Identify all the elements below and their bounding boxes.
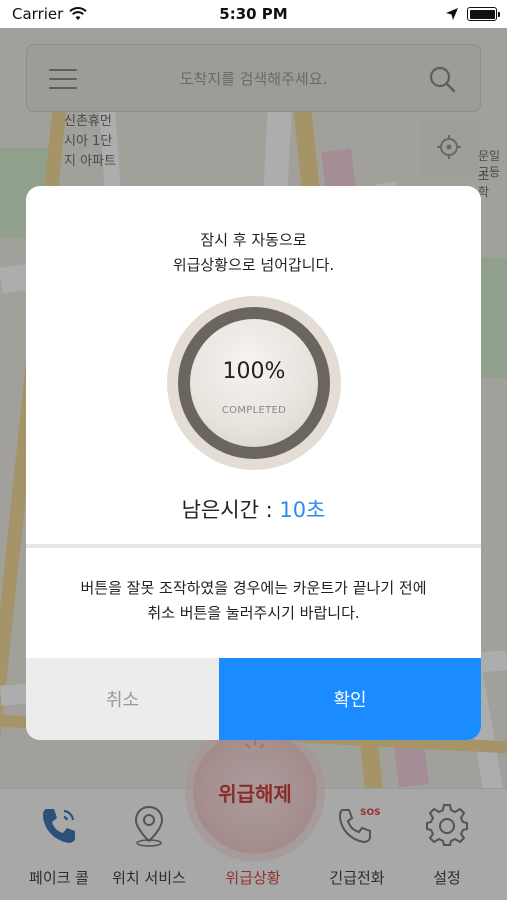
emergency-countdown-dialog: 잠시 후 자동으로 위급상황으로 넘어갑니다. 100% COMPLETED 남… [26, 186, 481, 740]
status-bar: Carrier 5:30 PM [0, 0, 507, 28]
dialog-message: 잠시 후 자동으로 위급상황으로 넘어갑니다. [26, 228, 481, 278]
dialog-notice-line: 버튼을 잘못 조작하였을 경우에는 카운트가 끝나기 전에 [80, 579, 427, 597]
progress-ring: 100% COMPLETED [178, 307, 330, 459]
remaining-time-label: 남은시간 : [181, 498, 280, 522]
confirm-button[interactable]: 확인 [219, 658, 481, 740]
progress-percent: 100% [222, 359, 286, 384]
cancel-button[interactable]: 취소 [26, 658, 219, 740]
remaining-time-value: 10초 [279, 498, 326, 522]
dialog-notice-line: 취소 버튼을 눌러주시기 바랍니다. [147, 604, 360, 622]
battery-icon [467, 7, 500, 21]
status-left: Carrier [12, 5, 88, 23]
dialog-message-line: 위급상황으로 넘어갑니다. [172, 256, 335, 274]
status-right [445, 7, 500, 21]
location-arrow-icon [446, 8, 458, 20]
carrier-label: Carrier [12, 5, 64, 23]
dialog-notice: 버튼을 잘못 조작하였을 경우에는 카운트가 끝나기 전에 취소 버튼을 눌러주… [26, 576, 481, 626]
progress-status: COMPLETED [221, 405, 287, 416]
remaining-time: 남은시간 : 10초 [26, 494, 481, 524]
divider [26, 544, 481, 548]
progress-gauge-face: 100% COMPLETED [190, 319, 318, 447]
progress-gauge: 100% COMPLETED [167, 296, 341, 470]
wifi-icon [69, 7, 88, 20]
status-time: 5:30 PM [219, 5, 288, 23]
dialog-message-line: 잠시 후 자동으로 [200, 231, 307, 249]
